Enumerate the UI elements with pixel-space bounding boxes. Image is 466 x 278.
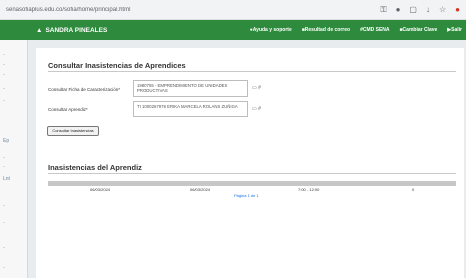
sidebar-item[interactable]: Ep (0, 138, 28, 144)
star-icon[interactable]: ☆ (439, 5, 446, 14)
form-divider (48, 71, 456, 72)
sidebar-item[interactable]: - (0, 245, 28, 251)
consultar-button[interactable]: Consultar Inasistencias (47, 126, 99, 136)
user-menu[interactable]: ▲ SANDRA PINEALES (0, 27, 250, 34)
nav-help[interactable]: ●Ayuda y soporte (250, 27, 292, 33)
profile-icon[interactable]: ● (455, 5, 460, 14)
ficha-label: Consultar Ficha de Caracterización* (48, 87, 121, 92)
aprendiz-search-icon[interactable]: ▭ # (252, 106, 261, 112)
tab-icon[interactable]: ▢ (409, 5, 417, 14)
nav-home[interactable]: #CMD SENA (360, 27, 389, 33)
ficha-search-icon[interactable]: ▭ # (252, 85, 261, 91)
cell-horario: 7:00 - 12:00 (298, 187, 320, 192)
shield-icon[interactable]: ● (396, 5, 401, 14)
user-name: SANDRA PINEALES (45, 26, 108, 34)
download-icon[interactable]: ↓ (426, 5, 430, 14)
sidebar-item[interactable]: Lnt (0, 176, 28, 182)
key-icon[interactable]: ⚿ (380, 5, 386, 15)
sidebar: - - - - - Ep - - Lnt - - - - (0, 40, 28, 278)
sidebar-item[interactable]: - (0, 164, 28, 170)
aprendiz-input[interactable]: TI 1000267978 ERIKA MARCELA ROLANS ZUÑIG… (133, 101, 248, 117)
cell-fecha-fin: 06/03/2024 (190, 187, 211, 192)
app-header: ▲ SANDRA PINEALES ●Ayuda y soporte ■Resu… (0, 20, 466, 40)
cell-fecha-inicio: 06/03/2024 (90, 187, 111, 192)
nav-key[interactable]: ■Cambiar Clave (400, 27, 438, 33)
cell-cantidad: 0 (412, 187, 415, 192)
sidebar-item[interactable]: - (0, 62, 28, 68)
table-row: 06/03/2024 06/03/2024 7:00 - 12:00 0 (48, 186, 456, 192)
url-bar[interactable]: senasofiaplus.edu.co/sofia/home/principa… (6, 7, 380, 13)
top-nav: ●Ayuda y soporte ■Resultad de correo #CM… (250, 27, 466, 33)
ficha-input[interactable]: 1980755 - EMPRENDIMIENTO DE UNIDADES PRO… (133, 80, 248, 97)
user-icon: ▲ (36, 26, 43, 34)
form-title: Consultar Inasistencias de Aprendices (48, 61, 186, 70)
sidebar-item[interactable]: - (0, 265, 28, 271)
sidebar-item[interactable]: - (0, 86, 28, 92)
results-divider (48, 173, 456, 174)
results-title: Inasistencias del Aprendiz (48, 163, 142, 172)
browser-toolbar: senasofiaplus.edu.co/sofia/home/principa… (0, 0, 466, 20)
sidebar-item[interactable]: - (0, 220, 28, 226)
sidebar-item[interactable]: - (0, 52, 28, 58)
nav-mail[interactable]: ■Resultad de correo (302, 27, 350, 33)
nav-exit[interactable]: ▶Salir (447, 27, 462, 33)
sidebar-item[interactable]: - (0, 98, 28, 104)
page: senasofiaplus.edu.co/sofia/home/principa… (0, 0, 466, 278)
sidebar-item[interactable]: - (0, 155, 28, 161)
sidebar-item[interactable]: - (0, 203, 28, 209)
pagination-text: Página 1 de 1 (234, 193, 259, 198)
browser-icons: ⚿ ● ▢ ↓ ☆ ● (380, 5, 460, 15)
aprendiz-label: Consultar Aprendiz* (48, 107, 88, 112)
sidebar-item[interactable]: - (0, 72, 28, 78)
